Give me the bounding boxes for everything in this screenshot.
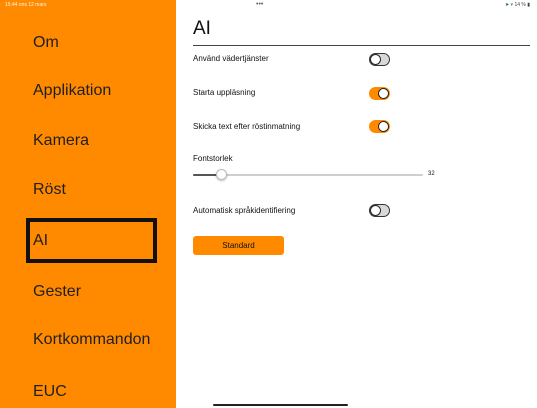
- font-size-slider-track[interactable]: [193, 174, 423, 176]
- toggle-knob: [370, 54, 381, 65]
- location-icon: ➤: [504, 2, 510, 8]
- sidebar-item-rost[interactable]: Röst: [33, 181, 66, 199]
- start-reading-toggle[interactable]: [369, 87, 390, 100]
- sidebar-item-gester[interactable]: Gester: [33, 283, 81, 301]
- font-size-value: 32: [428, 171, 435, 177]
- sidebar-item-euc[interactable]: EUC: [33, 383, 67, 401]
- sidebar-item-kortkommandon[interactable]: Kortkommandon: [33, 331, 150, 349]
- sidebar-item-om[interactable]: Om: [33, 34, 59, 52]
- multitasking-dots-icon[interactable]: •••: [256, 1, 270, 8]
- standard-button[interactable]: Standard: [193, 236, 284, 255]
- sidebar: 15:44 ons 12 mars Om Applikation Kamera …: [0, 0, 176, 408]
- home-indicator[interactable]: [213, 404, 348, 406]
- weather-services-toggle[interactable]: [369, 53, 390, 66]
- sidebar-item-kamera[interactable]: Kamera: [33, 132, 89, 150]
- status-right: ➤ ▾ 14 % ▮: [505, 2, 530, 8]
- wifi-icon: ▾: [510, 2, 514, 8]
- title-divider: [193, 45, 530, 46]
- font-size-slider-thumb[interactable]: [215, 169, 227, 180]
- page-title: AI: [193, 18, 211, 39]
- toggle-knob: [378, 121, 389, 132]
- send-after-voice-toggle[interactable]: [369, 120, 390, 133]
- toggle-knob: [378, 88, 389, 99]
- battery-icon: ▮: [527, 2, 530, 8]
- auto-language-label: Automatisk språkidentifiering: [193, 206, 296, 215]
- auto-language-toggle[interactable]: [369, 204, 390, 217]
- sidebar-item-applikation[interactable]: Applikation: [33, 82, 111, 100]
- start-reading-label: Starta uppläsning: [193, 88, 256, 97]
- font-size-label: Fontstorlek: [193, 154, 233, 163]
- toggle-knob: [370, 205, 381, 216]
- weather-services-label: Använd vädertjänster: [193, 54, 269, 63]
- battery-text: 14 %: [514, 2, 526, 8]
- sidebar-item-ai[interactable]: AI: [33, 232, 48, 250]
- status-time: 15:44 ons 12 mars: [5, 2, 47, 8]
- send-after-voice-label: Skicka text efter röstinmatning: [193, 122, 301, 131]
